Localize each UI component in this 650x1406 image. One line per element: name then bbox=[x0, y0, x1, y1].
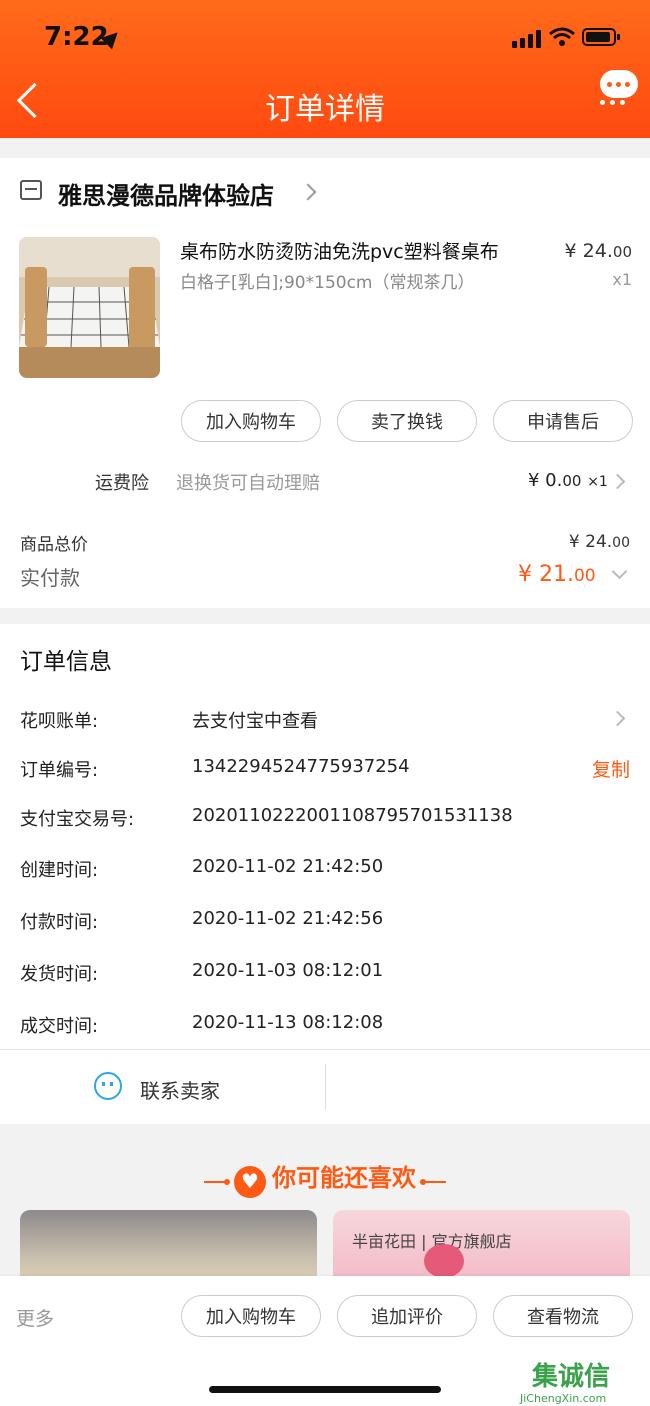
sell-button[interactable]: 卖了换钱 bbox=[337, 400, 477, 442]
order-no-value: 1342294524775937254 bbox=[192, 756, 410, 777]
store-card bbox=[0, 158, 650, 608]
page-title: 订单详情 bbox=[265, 92, 385, 127]
decor-line bbox=[420, 1178, 446, 1185]
goods-total-label: 商品总价 bbox=[20, 535, 88, 555]
product-spec: 白格子[乳白];90*150cm（常规茶几） bbox=[180, 273, 475, 293]
wifi-icon bbox=[549, 27, 575, 46]
deal-time-value: 2020-11-13 08:12:08 bbox=[192, 1012, 384, 1033]
shipping-insurance-desc: 退换货可自动理赔 bbox=[176, 473, 320, 494]
insurance-price-dec: 00 bbox=[562, 472, 582, 490]
flower-image bbox=[424, 1244, 464, 1278]
paid-time-label: 付款时间: bbox=[20, 912, 99, 933]
deal-time-label: 成交时间: bbox=[20, 1016, 99, 1037]
product-qty: x1 bbox=[612, 270, 632, 289]
order-no-label: 订单编号: bbox=[20, 760, 99, 781]
shipping-insurance-price[interactable]: ¥ 0.00 ×1 bbox=[528, 470, 608, 491]
paid-dec: 00 bbox=[573, 566, 596, 586]
signal-icon bbox=[512, 30, 541, 48]
recommend-heading: 你可能还喜欢 bbox=[0, 1158, 650, 1198]
shipping-insurance-label: 运费险 bbox=[95, 473, 149, 494]
battery-icon bbox=[582, 28, 620, 46]
product-image[interactable] bbox=[19, 237, 160, 378]
alipay-no-value: 2020110222001108795701531138 bbox=[192, 805, 513, 826]
decor-line bbox=[204, 1178, 230, 1185]
insurance-qty: ×1 bbox=[587, 474, 608, 490]
after-sale-button[interactable]: 申请售后 bbox=[493, 400, 633, 442]
order-info-title: 订单信息 bbox=[20, 649, 112, 675]
watermark-sub: JiChengXin.com bbox=[520, 1392, 607, 1405]
more-button[interactable]: 更多 bbox=[16, 1304, 54, 1331]
more-dots-icon[interactable] bbox=[600, 100, 625, 105]
add-to-cart-bottom-button[interactable]: 加入购物车 bbox=[181, 1295, 321, 1337]
goods-total-value: ¥ 24.00 bbox=[569, 532, 630, 552]
add-to-cart-button[interactable]: 加入购物车 bbox=[181, 400, 321, 442]
add-review-button[interactable]: 追加评价 bbox=[337, 1295, 477, 1337]
copy-button[interactable]: 复制 bbox=[592, 755, 630, 782]
contact-seller-icon[interactable] bbox=[94, 1072, 122, 1100]
contact-seller-button[interactable]: 联系卖家 bbox=[140, 1075, 220, 1104]
divider bbox=[0, 1049, 650, 1050]
paid-time-value: 2020-11-02 21:42:56 bbox=[192, 908, 384, 929]
product-price-int: ¥ 24. bbox=[564, 240, 613, 262]
created-time-value: 2020-11-02 21:42:50 bbox=[192, 856, 384, 877]
paid-value: ¥ 21.00 bbox=[518, 562, 596, 587]
recommend-title: 你可能还喜欢 bbox=[272, 1164, 416, 1192]
home-indicator bbox=[209, 1386, 441, 1393]
shop-icon bbox=[20, 180, 42, 200]
store-name[interactable]: 雅思漫德品牌体验店 bbox=[58, 176, 274, 211]
huabei-label: 花呗账单: bbox=[20, 711, 99, 732]
product-price: ¥ 24.00 bbox=[565, 240, 632, 262]
heart-icon bbox=[234, 1165, 266, 1198]
paid-int: ¥ 21. bbox=[518, 562, 574, 587]
ship-time-label: 发货时间: bbox=[20, 964, 99, 985]
ship-time-value: 2020-11-03 08:12:01 bbox=[192, 960, 384, 981]
insurance-price-int: ¥ 0. bbox=[528, 470, 563, 491]
divider bbox=[325, 1064, 326, 1110]
message-icon[interactable] bbox=[600, 70, 638, 98]
goods-total-int: ¥ 24. bbox=[568, 532, 613, 552]
product-title[interactable]: 桌布防水防烫防油免洗pvc塑料餐桌布 bbox=[180, 237, 499, 264]
alipay-no-label: 支付宝交易号: bbox=[20, 809, 135, 830]
created-time-label: 创建时间: bbox=[20, 860, 99, 881]
huabei-link[interactable]: 去支付宝中查看 bbox=[192, 707, 318, 733]
product-price-dec: 00 bbox=[612, 243, 632, 261]
view-logistics-button[interactable]: 查看物流 bbox=[493, 1295, 633, 1337]
watermark-logo: 集诚信 bbox=[532, 1362, 611, 1392]
paid-label: 实付款 bbox=[20, 566, 80, 590]
goods-total-dec: 00 bbox=[612, 535, 630, 551]
status-time: 7:22 bbox=[44, 22, 109, 52]
